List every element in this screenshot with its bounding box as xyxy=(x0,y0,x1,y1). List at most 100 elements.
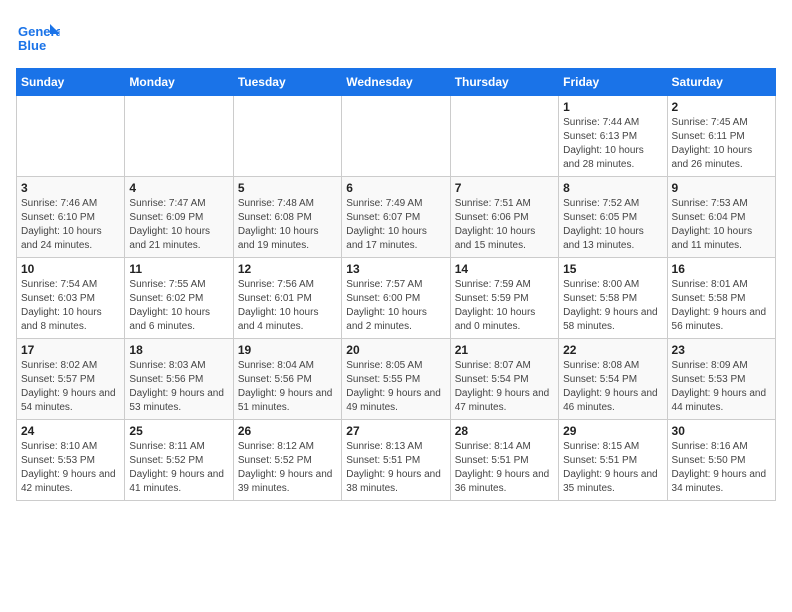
calendar-cell: 6 Sunrise: 7:49 AM Sunset: 6:07 PM Daylig… xyxy=(342,177,450,258)
day-number: 14 xyxy=(455,262,554,276)
day-info: Sunrise: 7:46 AM Sunset: 6:10 PM Dayligh… xyxy=(21,197,120,253)
calendar-table: SundayMondayTuesdayWednesdayThursdayFrid… xyxy=(16,68,776,501)
day-info: Sunrise: 7:59 AM Sunset: 5:59 PM Dayligh… xyxy=(455,278,554,334)
day-number: 12 xyxy=(238,262,337,276)
day-info: Sunrise: 7:45 AM Sunset: 6:11 PM Dayligh… xyxy=(672,116,771,172)
day-info: Sunrise: 7:54 AM Sunset: 6:03 PM Dayligh… xyxy=(21,278,120,334)
calendar-cell: 27 Sunrise: 8:13 AM Sunset: 5:51 PM Dayli… xyxy=(342,420,450,501)
day-number: 25 xyxy=(129,424,228,438)
day-info: Sunrise: 8:14 AM Sunset: 5:51 PM Dayligh… xyxy=(455,440,554,496)
calendar-cell xyxy=(233,96,341,177)
day-number: 18 xyxy=(129,343,228,357)
calendar-cell: 12 Sunrise: 7:56 AM Sunset: 6:01 PM Dayli… xyxy=(233,258,341,339)
day-number: 4 xyxy=(129,181,228,195)
calendar-cell xyxy=(450,96,558,177)
day-info: Sunrise: 7:52 AM Sunset: 6:05 PM Dayligh… xyxy=(563,197,662,253)
weekday-header-saturday: Saturday xyxy=(667,69,775,96)
weekday-header-wednesday: Wednesday xyxy=(342,69,450,96)
calendar-cell: 23 Sunrise: 8:09 AM Sunset: 5:53 PM Dayli… xyxy=(667,339,775,420)
day-number: 10 xyxy=(21,262,120,276)
day-number: 16 xyxy=(672,262,771,276)
svg-text:Blue: Blue xyxy=(18,38,46,53)
day-number: 15 xyxy=(563,262,662,276)
day-info: Sunrise: 7:55 AM Sunset: 6:02 PM Dayligh… xyxy=(129,278,228,334)
day-number: 19 xyxy=(238,343,337,357)
day-info: Sunrise: 7:49 AM Sunset: 6:07 PM Dayligh… xyxy=(346,197,445,253)
day-number: 7 xyxy=(455,181,554,195)
day-info: Sunrise: 8:02 AM Sunset: 5:57 PM Dayligh… xyxy=(21,359,120,415)
calendar-cell: 16 Sunrise: 8:01 AM Sunset: 5:58 PM Dayli… xyxy=(667,258,775,339)
day-info: Sunrise: 7:57 AM Sunset: 6:00 PM Dayligh… xyxy=(346,278,445,334)
day-number: 29 xyxy=(563,424,662,438)
calendar-cell xyxy=(342,96,450,177)
weekday-header-monday: Monday xyxy=(125,69,233,96)
day-number: 1 xyxy=(563,100,662,114)
calendar-cell: 26 Sunrise: 8:12 AM Sunset: 5:52 PM Dayli… xyxy=(233,420,341,501)
day-info: Sunrise: 8:08 AM Sunset: 5:54 PM Dayligh… xyxy=(563,359,662,415)
day-number: 21 xyxy=(455,343,554,357)
day-number: 5 xyxy=(238,181,337,195)
day-number: 9 xyxy=(672,181,771,195)
day-number: 6 xyxy=(346,181,445,195)
day-info: Sunrise: 7:47 AM Sunset: 6:09 PM Dayligh… xyxy=(129,197,228,253)
day-info: Sunrise: 8:10 AM Sunset: 5:53 PM Dayligh… xyxy=(21,440,120,496)
weekday-header-sunday: Sunday xyxy=(17,69,125,96)
calendar-cell: 5 Sunrise: 7:48 AM Sunset: 6:08 PM Daylig… xyxy=(233,177,341,258)
day-number: 28 xyxy=(455,424,554,438)
calendar-cell: 21 Sunrise: 8:07 AM Sunset: 5:54 PM Dayli… xyxy=(450,339,558,420)
calendar-cell: 28 Sunrise: 8:14 AM Sunset: 5:51 PM Dayli… xyxy=(450,420,558,501)
day-number: 23 xyxy=(672,343,771,357)
calendar-cell: 7 Sunrise: 7:51 AM Sunset: 6:06 PM Daylig… xyxy=(450,177,558,258)
day-number: 24 xyxy=(21,424,120,438)
calendar-cell: 20 Sunrise: 8:05 AM Sunset: 5:55 PM Dayli… xyxy=(342,339,450,420)
calendar-cell: 17 Sunrise: 8:02 AM Sunset: 5:57 PM Dayli… xyxy=(17,339,125,420)
logo-icon: General Blue xyxy=(16,16,60,60)
day-number: 20 xyxy=(346,343,445,357)
day-number: 17 xyxy=(21,343,120,357)
calendar-cell: 10 Sunrise: 7:54 AM Sunset: 6:03 PM Dayli… xyxy=(17,258,125,339)
day-number: 2 xyxy=(672,100,771,114)
day-info: Sunrise: 7:44 AM Sunset: 6:13 PM Dayligh… xyxy=(563,116,662,172)
day-info: Sunrise: 8:13 AM Sunset: 5:51 PM Dayligh… xyxy=(346,440,445,496)
calendar-cell: 13 Sunrise: 7:57 AM Sunset: 6:00 PM Dayli… xyxy=(342,258,450,339)
calendar-cell xyxy=(125,96,233,177)
calendar-cell xyxy=(17,96,125,177)
calendar-cell: 29 Sunrise: 8:15 AM Sunset: 5:51 PM Dayli… xyxy=(559,420,667,501)
day-info: Sunrise: 7:53 AM Sunset: 6:04 PM Dayligh… xyxy=(672,197,771,253)
day-number: 26 xyxy=(238,424,337,438)
day-info: Sunrise: 7:48 AM Sunset: 6:08 PM Dayligh… xyxy=(238,197,337,253)
calendar-cell: 15 Sunrise: 8:00 AM Sunset: 5:58 PM Dayli… xyxy=(559,258,667,339)
day-info: Sunrise: 8:01 AM Sunset: 5:58 PM Dayligh… xyxy=(672,278,771,334)
day-number: 3 xyxy=(21,181,120,195)
day-number: 22 xyxy=(563,343,662,357)
day-info: Sunrise: 8:05 AM Sunset: 5:55 PM Dayligh… xyxy=(346,359,445,415)
day-info: Sunrise: 8:11 AM Sunset: 5:52 PM Dayligh… xyxy=(129,440,228,496)
day-info: Sunrise: 7:56 AM Sunset: 6:01 PM Dayligh… xyxy=(238,278,337,334)
calendar-cell: 14 Sunrise: 7:59 AM Sunset: 5:59 PM Dayli… xyxy=(450,258,558,339)
calendar-cell: 25 Sunrise: 8:11 AM Sunset: 5:52 PM Dayli… xyxy=(125,420,233,501)
day-info: Sunrise: 8:07 AM Sunset: 5:54 PM Dayligh… xyxy=(455,359,554,415)
day-info: Sunrise: 7:51 AM Sunset: 6:06 PM Dayligh… xyxy=(455,197,554,253)
weekday-header-friday: Friday xyxy=(559,69,667,96)
calendar-cell: 19 Sunrise: 8:04 AM Sunset: 5:56 PM Dayli… xyxy=(233,339,341,420)
day-number: 30 xyxy=(672,424,771,438)
day-info: Sunrise: 8:12 AM Sunset: 5:52 PM Dayligh… xyxy=(238,440,337,496)
calendar-cell: 24 Sunrise: 8:10 AM Sunset: 5:53 PM Dayli… xyxy=(17,420,125,501)
day-number: 27 xyxy=(346,424,445,438)
calendar-cell: 2 Sunrise: 7:45 AM Sunset: 6:11 PM Daylig… xyxy=(667,96,775,177)
day-info: Sunrise: 8:00 AM Sunset: 5:58 PM Dayligh… xyxy=(563,278,662,334)
calendar-cell: 3 Sunrise: 7:46 AM Sunset: 6:10 PM Daylig… xyxy=(17,177,125,258)
day-info: Sunrise: 8:15 AM Sunset: 5:51 PM Dayligh… xyxy=(563,440,662,496)
calendar-cell: 8 Sunrise: 7:52 AM Sunset: 6:05 PM Daylig… xyxy=(559,177,667,258)
calendar-cell: 22 Sunrise: 8:08 AM Sunset: 5:54 PM Dayli… xyxy=(559,339,667,420)
day-number: 11 xyxy=(129,262,228,276)
weekday-header-tuesday: Tuesday xyxy=(233,69,341,96)
calendar-cell: 11 Sunrise: 7:55 AM Sunset: 6:02 PM Dayli… xyxy=(125,258,233,339)
day-number: 8 xyxy=(563,181,662,195)
day-number: 13 xyxy=(346,262,445,276)
day-info: Sunrise: 8:03 AM Sunset: 5:56 PM Dayligh… xyxy=(129,359,228,415)
calendar-cell: 30Sunrise: 8:16 AM Sunset: 5:50 PM Dayli… xyxy=(667,420,775,501)
day-info: Sunrise: 8:04 AM Sunset: 5:56 PM Dayligh… xyxy=(238,359,337,415)
calendar-cell: 18 Sunrise: 8:03 AM Sunset: 5:56 PM Dayli… xyxy=(125,339,233,420)
day-info: Sunrise: 8:09 AM Sunset: 5:53 PM Dayligh… xyxy=(672,359,771,415)
